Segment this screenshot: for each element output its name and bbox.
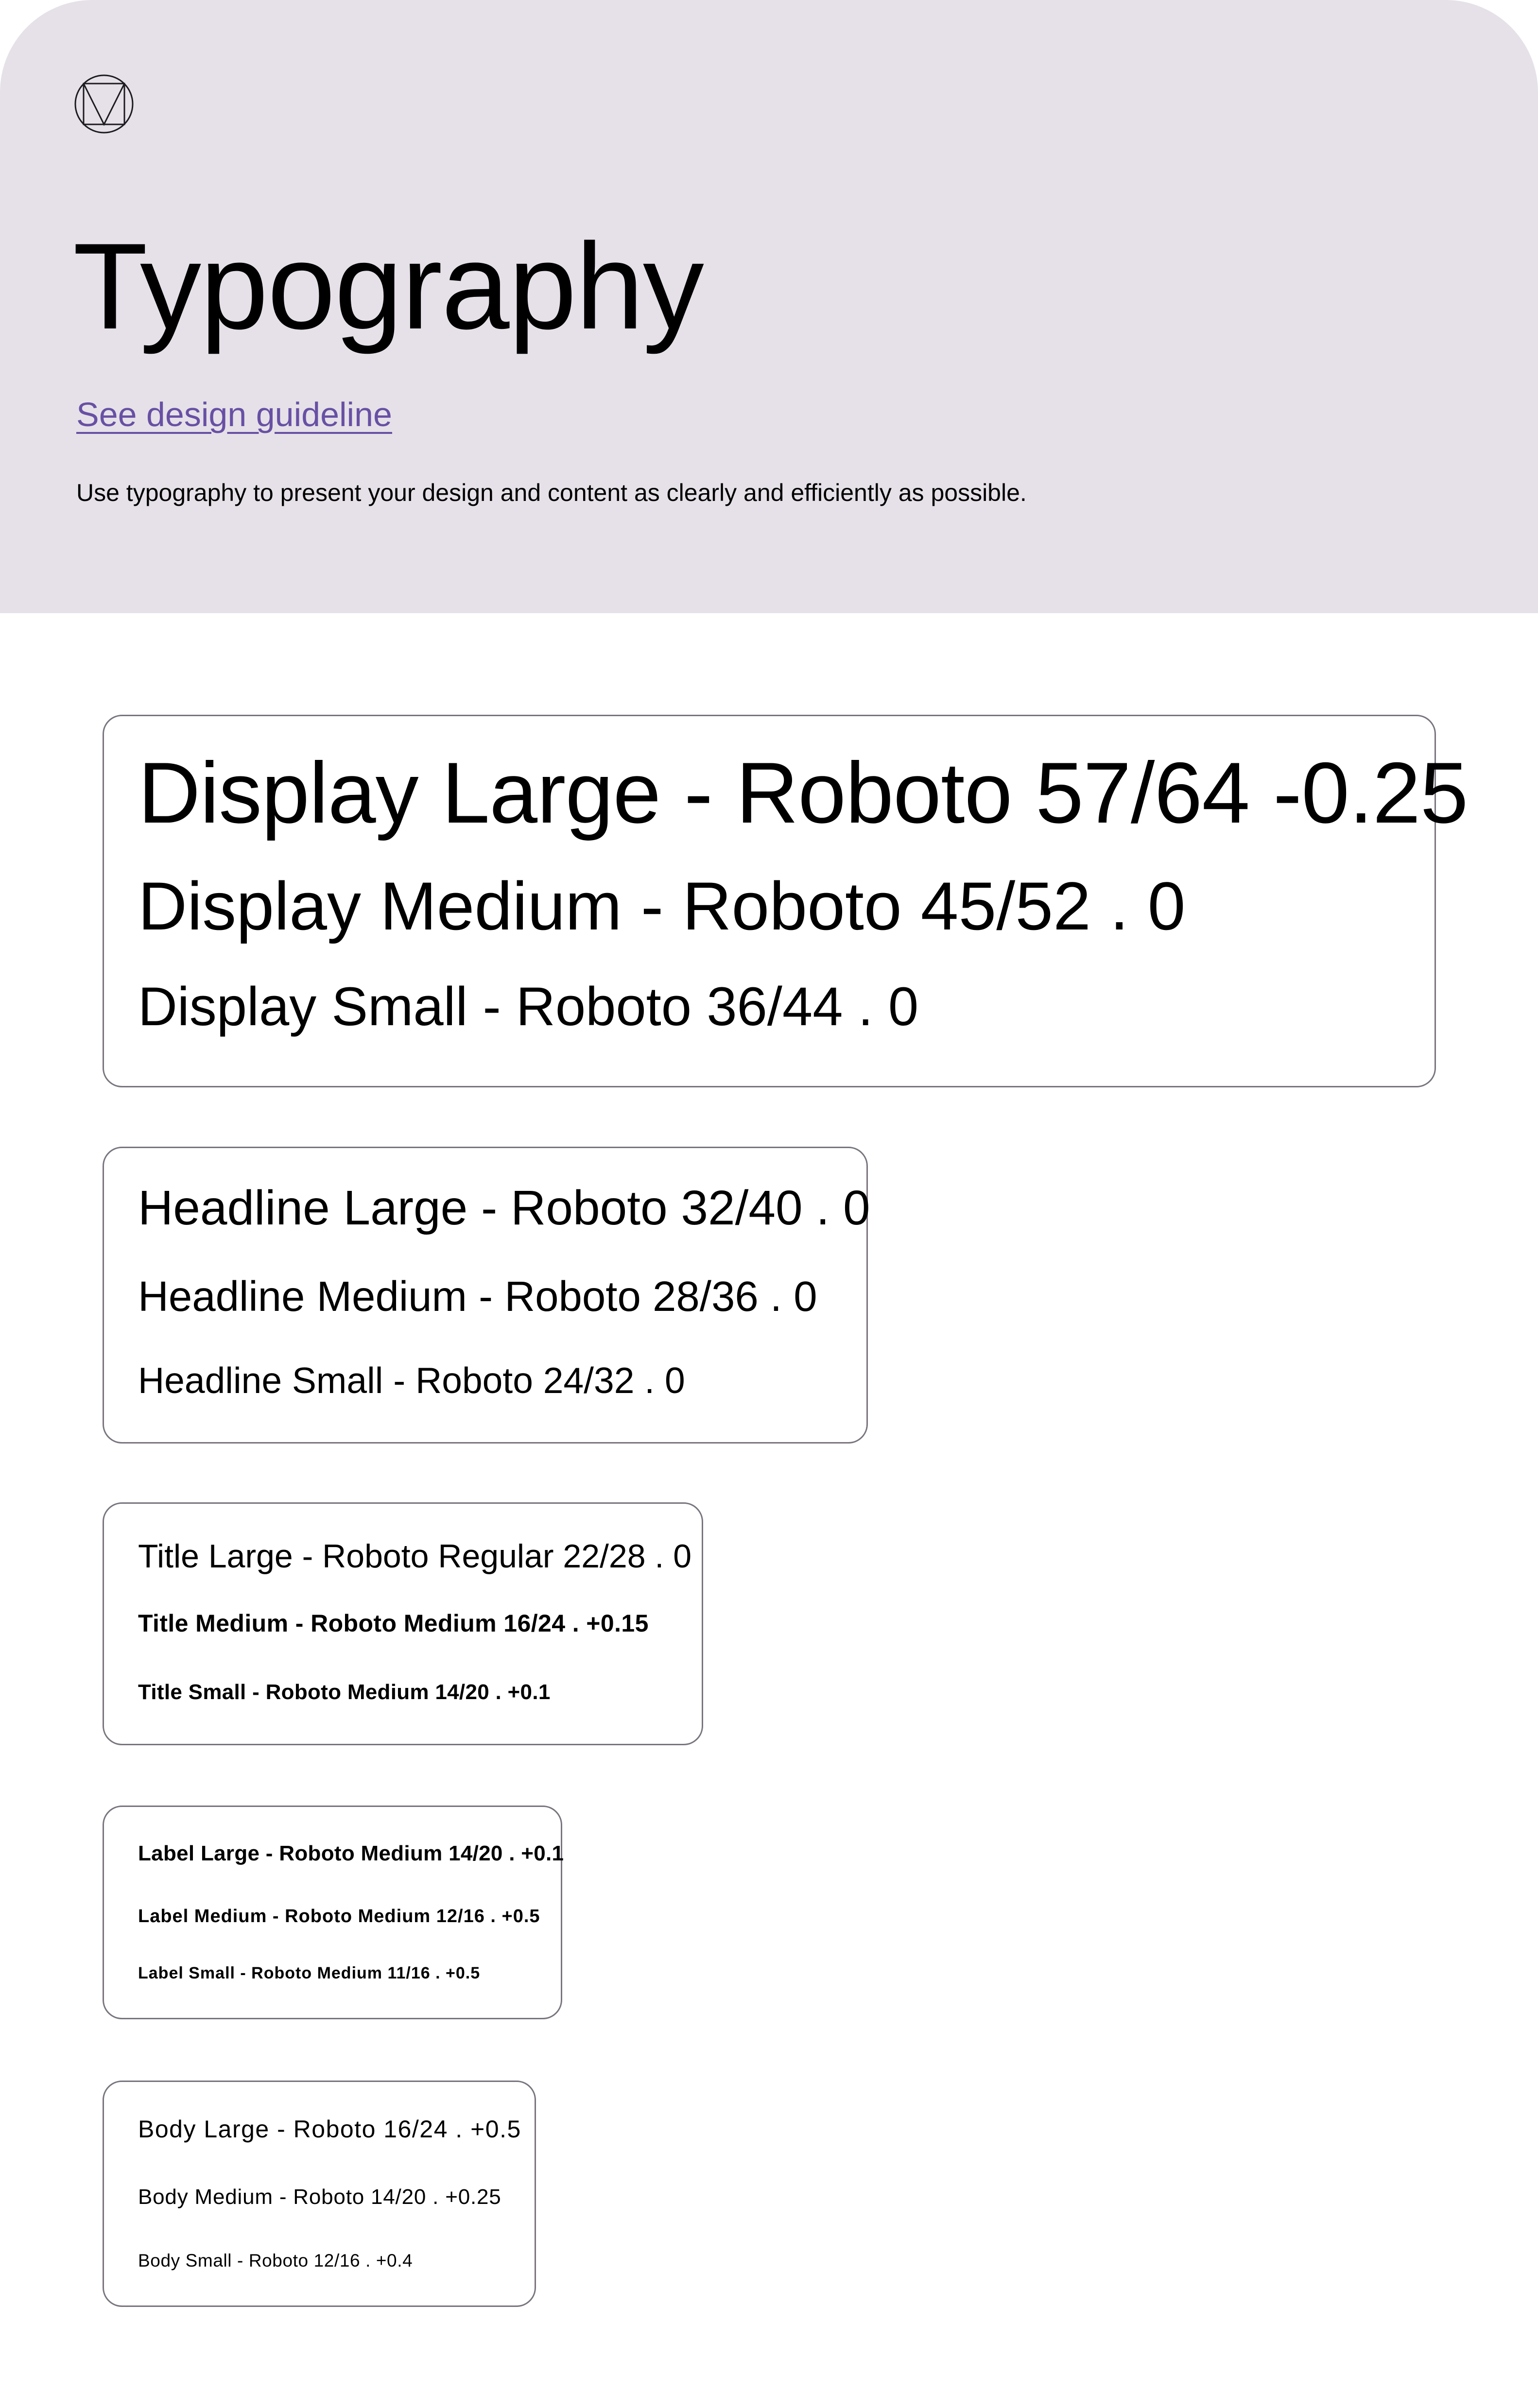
display-small-sample: Display Small - Roboto 36/44 . 0 xyxy=(138,976,919,1037)
title-small-sample: Title Small - Roboto Medium 14/20 . +0.1 xyxy=(138,1680,551,1704)
material-logo-icon xyxy=(74,74,134,134)
label-large-sample: Label Large - Roboto Medium 14/20 . +0.1 xyxy=(138,1841,564,1865)
display-large-sample: Display Large - Roboto 57/64 -0.25 xyxy=(138,744,1469,841)
headline-small-sample: Headline Small - Roboto 24/32 . 0 xyxy=(138,1360,685,1401)
headline-large-sample: Headline Large - Roboto 32/40 . 0 xyxy=(138,1181,870,1235)
body-type-card: Body Large - Roboto 16/24 . +0.5 Body Me… xyxy=(103,2081,536,2307)
headline-type-card: Headline Large - Roboto 32/40 . 0 Headli… xyxy=(103,1147,870,1444)
body-large-sample: Body Large - Roboto 16/24 . +0.5 xyxy=(138,2116,521,2143)
title-medium-sample: Title Medium - Roboto Medium 16/24 . +0.… xyxy=(138,1610,649,1637)
page-header: Typography See design guideline Use typo… xyxy=(0,0,1538,613)
display-medium-sample: Display Medium - Roboto 45/52 . 0 xyxy=(138,868,1186,944)
title-type-card: Title Large - Roboto Regular 22/28 . 0 T… xyxy=(103,1502,703,1745)
label-medium-sample: Label Medium - Roboto Medium 12/16 . +0.… xyxy=(138,1906,540,1926)
body-small-sample: Body Small - Roboto 12/16 . +0.4 xyxy=(138,2251,413,2270)
body-medium-sample: Body Medium - Roboto 14/20 . +0.25 xyxy=(138,2185,501,2209)
page-title: Typography xyxy=(73,218,704,355)
headline-medium-sample: Headline Medium - Roboto 28/36 . 0 xyxy=(138,1273,817,1320)
title-large-sample: Title Large - Roboto Regular 22/28 . 0 xyxy=(138,1538,692,1575)
display-type-card: Display Large - Roboto 57/64 -0.25 Displ… xyxy=(103,715,1469,1087)
design-guideline-link[interactable]: See design guideline xyxy=(76,393,392,436)
page-description: Use typography to present your design an… xyxy=(76,479,1027,506)
label-small-sample: Label Small - Roboto Medium 11/16 . +0.5 xyxy=(138,1964,481,1982)
label-type-card: Label Large - Roboto Medium 14/20 . +0.1… xyxy=(103,1806,564,2019)
